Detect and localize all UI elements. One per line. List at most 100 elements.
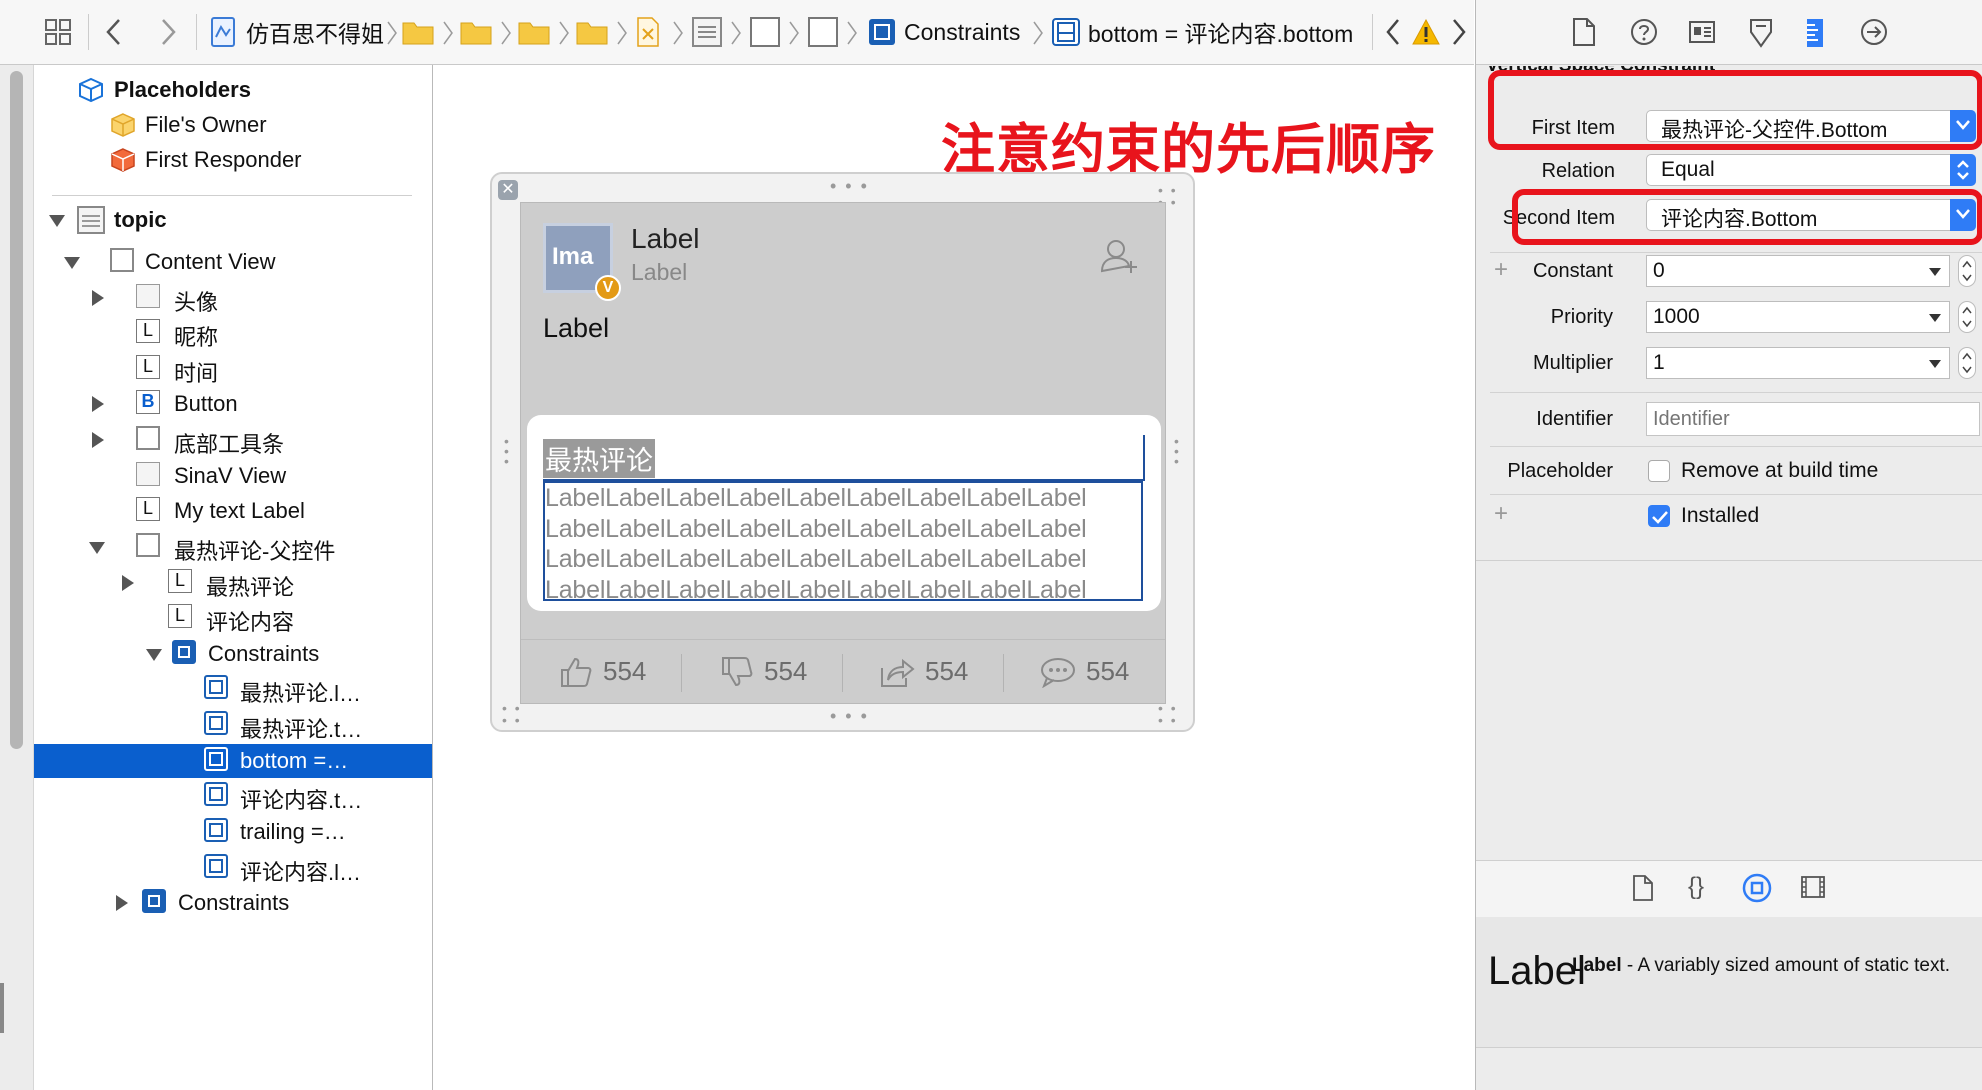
like-button[interactable]: 554	[521, 640, 681, 704]
code-snippet-icon[interactable]: {}	[1688, 873, 1704, 901]
remove-at-build-checkbox[interactable]	[1648, 460, 1670, 482]
multiplier-stepper[interactable]	[1958, 347, 1976, 379]
warning-icon[interactable]	[1412, 0, 1440, 64]
connections-inspector-icon[interactable]	[1860, 18, 1888, 46]
outline-hot-comment[interactable]: L 最热评论	[34, 566, 432, 600]
view-icon[interactable]	[808, 0, 838, 64]
breadcrumb-constraints[interactable]: Constraints	[868, 0, 1020, 64]
resize-handle-left[interactable]: • • •	[504, 434, 512, 468]
label-icon: L	[168, 604, 192, 628]
placeholders-header[interactable]: Placeholders	[34, 73, 432, 107]
identity-inspector-icon[interactable]	[1688, 18, 1716, 46]
outline-nickname[interactable]: L 昵称	[34, 316, 432, 350]
media-library-icon[interactable]	[1800, 875, 1826, 899]
outline-first-responder[interactable]: First Responder	[34, 143, 432, 177]
constraint-item[interactable]: trailing =…	[34, 815, 432, 849]
outline-button[interactable]: B Button	[34, 387, 432, 421]
disclosure-collapsed-icon[interactable]	[92, 290, 104, 306]
outline-sinav-view[interactable]: SinaV View	[34, 459, 432, 493]
help-icon[interactable]	[1630, 18, 1658, 46]
outline-avatar[interactable]: 头像	[34, 281, 432, 315]
library-item-label[interactable]: Label Label - A variably sized amount of…	[1476, 917, 1982, 1048]
size-inspector-icon[interactable]	[1806, 18, 1824, 48]
object-library-icon[interactable]	[1742, 873, 1772, 903]
outline-content-view[interactable]: Content View	[34, 245, 432, 279]
view-icon[interactable]	[750, 0, 780, 64]
name-label[interactable]: Label	[631, 223, 700, 255]
cell-content-view[interactable]: Ima V Label Label Label 最热评论 LabelLabelL…	[520, 202, 1166, 704]
add-variation-icon[interactable]: +	[1494, 500, 1508, 528]
installed-checkbox[interactable]	[1648, 505, 1670, 527]
previous-issue-icon[interactable]	[1384, 0, 1402, 64]
table-cell-preview[interactable]: ✕ • • • • • • • • • • • • • • • • • • • • • • •…	[490, 172, 1195, 732]
outline-topic[interactable]: topic	[34, 203, 432, 237]
constant-field[interactable]: 0	[1646, 255, 1950, 287]
outline-time[interactable]: L 时间	[34, 352, 432, 386]
xib-file-icon[interactable]	[636, 0, 660, 64]
hot-comment-label: 最热评论	[206, 575, 295, 600]
disclosure-expanded-icon[interactable]	[64, 257, 80, 269]
table-cell-icon[interactable]	[692, 0, 722, 64]
time-label[interactable]: Label	[631, 259, 687, 286]
next-issue-icon[interactable]	[1450, 0, 1468, 64]
disclosure-expanded-icon[interactable]	[49, 215, 65, 227]
constraint-item[interactable]: 评论内容.t…	[34, 779, 432, 813]
resize-handle-top[interactable]: • • •	[830, 176, 869, 197]
resize-handle-bottom[interactable]: • • •	[830, 706, 869, 727]
remove-at-build-label: Remove at build time	[1681, 459, 1879, 482]
close-icon[interactable]: ✕	[498, 180, 518, 200]
priority-field[interactable]: 1000	[1646, 301, 1950, 333]
add-variation-icon[interactable]: +	[1494, 256, 1508, 284]
hot-comment-title[interactable]: 最热评论	[543, 435, 1145, 481]
outline-constraints-outer[interactable]: Constraints	[34, 886, 432, 920]
relation-popup[interactable]: Equal	[1646, 154, 1976, 186]
outline-my-text-label[interactable]: L My text Label	[34, 494, 432, 528]
file-template-icon[interactable]	[1632, 875, 1654, 901]
outline-scrollbar[interactable]	[10, 71, 23, 749]
constant-stepper[interactable]	[1958, 255, 1976, 287]
comment-content[interactable]: LabelLabelLabelLabelLabelLabelLabelLabel…	[543, 481, 1143, 601]
attributes-inspector-icon[interactable]	[1748, 18, 1774, 48]
priority-stepper[interactable]	[1958, 301, 1976, 333]
disclosure-expanded-icon[interactable]	[89, 542, 105, 554]
dislike-button[interactable]: 554	[682, 640, 842, 704]
outline-files-owner[interactable]: File's Owner	[34, 108, 432, 142]
identifier-input[interactable]	[1646, 402, 1980, 436]
breadcrumb-project[interactable]: 仿百思不得姐	[210, 0, 384, 64]
folder-icon[interactable]	[460, 0, 492, 64]
grid-icon[interactable]	[44, 0, 72, 64]
constraints-outer-label: Constraints	[178, 890, 290, 915]
text-label[interactable]: Label	[543, 313, 609, 344]
share-button[interactable]: 554	[843, 640, 1003, 704]
outline-bottom-toolbar[interactable]: 底部工具条	[34, 423, 432, 457]
constraint-item[interactable]: 评论内容.l…	[34, 851, 432, 885]
multiplier-field[interactable]: 1	[1646, 347, 1950, 379]
disclosure-collapsed-icon[interactable]	[116, 895, 128, 911]
comment-button[interactable]: 554	[1004, 640, 1164, 704]
resize-handle-right[interactable]: • • •	[1174, 434, 1182, 468]
folder-icon[interactable]	[402, 0, 434, 64]
breadcrumb-selected[interactable]: bottom = 评论内容.bottom	[1052, 0, 1353, 64]
outline-hot-comment-parent[interactable]: 最热评论-父控件	[34, 530, 432, 564]
forward-arrow-icon[interactable]	[158, 0, 178, 64]
disclosure-expanded-icon[interactable]	[146, 649, 162, 661]
outline-comment-content[interactable]: L 评论内容	[34, 601, 432, 635]
divider	[88, 14, 89, 50]
disclosure-collapsed-icon[interactable]	[92, 432, 104, 448]
folder-icon[interactable]	[518, 0, 550, 64]
resize-handle-corner[interactable]: • • • •	[1158, 701, 1178, 727]
add-user-icon[interactable]	[1099, 237, 1139, 277]
file-inspector-icon[interactable]	[1572, 18, 1596, 46]
constraint-item[interactable]: 最热评论.l…	[34, 672, 432, 706]
back-arrow-icon[interactable]	[104, 0, 124, 64]
view-icon	[110, 248, 134, 272]
gutter-marker	[0, 983, 4, 1033]
disclosure-collapsed-icon[interactable]	[92, 396, 104, 412]
constraint-item-selected[interactable]: bottom =…	[34, 744, 432, 778]
disclosure-collapsed-icon[interactable]	[122, 575, 134, 591]
folder-icon[interactable]	[576, 0, 608, 64]
outline-constraints-inner[interactable]: Constraints	[34, 637, 432, 671]
resize-handle-corner[interactable]: • • • •	[502, 701, 522, 727]
constraint-item[interactable]: 最热评论.t…	[34, 708, 432, 742]
multiplier-value: 1	[1653, 351, 1665, 374]
